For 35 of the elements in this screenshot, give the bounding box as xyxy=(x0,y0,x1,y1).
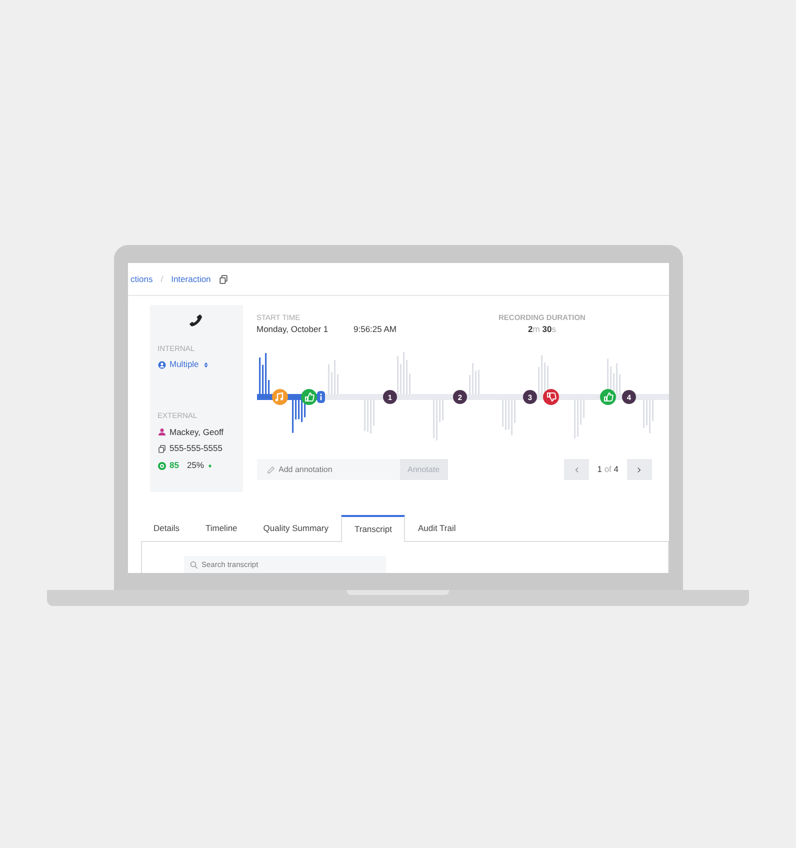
sort-icon xyxy=(202,360,209,369)
copy-icon xyxy=(218,274,228,284)
pencil-icon xyxy=(266,466,274,474)
music-note-marker-icon[interactable] xyxy=(272,389,288,405)
contact-name: Mackey, Geoff xyxy=(170,426,224,438)
tab[interactable]: Details xyxy=(140,515,192,541)
info-marker-icon[interactable] xyxy=(316,391,324,403)
score-percent: 25% xyxy=(186,459,204,472)
breadcrumb-link[interactable]: ctions xyxy=(130,272,153,286)
recording-duration: 2m 30s xyxy=(528,323,556,336)
score-icon xyxy=(158,462,166,470)
thumbs-up-marker-icon[interactable] xyxy=(300,389,316,405)
phone-icon xyxy=(189,313,203,327)
score-value: 85 xyxy=(170,459,179,472)
chevron-right-icon xyxy=(636,466,642,474)
phone-number: 555-555-5555 xyxy=(170,442,222,456)
search-icon xyxy=(190,560,198,569)
breadcrumb-link[interactable]: Interaction xyxy=(171,272,211,286)
tab[interactable]: Quality Summary xyxy=(250,515,342,541)
copy-icon xyxy=(158,444,166,453)
start-date: Monday, October 1 xyxy=(256,323,330,336)
tab[interactable]: Audit Trail xyxy=(404,515,469,541)
tab[interactable]: Transcript xyxy=(341,515,405,542)
thumbs-up-marker-icon[interactable] xyxy=(600,389,616,405)
participant-selector[interactable]: Multiple xyxy=(158,358,209,371)
start-time: 9:56:25 AM xyxy=(354,323,397,336)
user-circle-icon xyxy=(158,360,166,369)
trend-icon xyxy=(208,462,212,468)
chevron-left-icon xyxy=(574,466,580,474)
person-icon xyxy=(158,428,166,436)
thumbs-down-marker-icon[interactable] xyxy=(542,389,558,405)
annotation-field[interactable]: Add annotation xyxy=(256,459,400,480)
tab[interactable]: Timeline xyxy=(192,515,250,541)
page-indicator: 1 of 4 xyxy=(597,463,618,476)
breadcrumb-separator: / xyxy=(160,272,164,286)
